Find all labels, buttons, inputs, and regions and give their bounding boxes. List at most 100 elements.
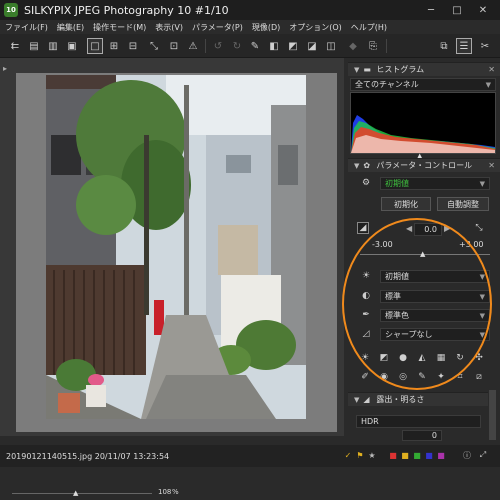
fit-zoom-icon[interactable]: ⤡ <box>146 38 162 54</box>
dust-tool-icon[interactable]: ✦ <box>435 371 447 383</box>
menu-parameter[interactable]: パラメータ(P) <box>192 22 243 33</box>
label-red-icon[interactable]: ■ <box>388 449 398 461</box>
info-icon[interactable]: ⓘ <box>462 449 472 461</box>
window-title: SILKYPIX JPEG Photography 10 #1/10 <box>24 3 229 17</box>
color-ball-tool-icon[interactable]: ● <box>397 352 409 364</box>
warning-icon[interactable]: ⚠ <box>185 38 201 54</box>
photo-image[interactable] <box>46 75 306 419</box>
label-green-icon[interactable]: ■ <box>412 449 422 461</box>
expand-range-icon[interactable]: ⤡ <box>473 222 485 234</box>
histogram-channel-select[interactable]: 全てのチャンネル ▼ <box>350 78 496 91</box>
param-control-title: パラメータ・コントロール <box>376 161 473 170</box>
maximize-button[interactable]: □ <box>444 0 470 20</box>
eye-tool-icon[interactable]: ◎ <box>397 371 409 383</box>
heal-tool-icon[interactable]: ✎ <box>416 371 428 383</box>
range-max-label: +3.00 <box>459 240 484 249</box>
exposure-value-field[interactable]: 0.0 <box>414 223 442 236</box>
wb-tool-icon[interactable]: ☀ <box>359 352 371 364</box>
menu-mode[interactable]: 操作モード(M) <box>93 22 146 33</box>
label-yellow-icon[interactable]: ■ <box>400 449 410 461</box>
rotate-tool-icon[interactable]: ↻ <box>454 352 466 364</box>
tone-icon[interactable]: ◧ <box>266 38 282 54</box>
rotate-right-icon[interactable]: ↻ <box>229 38 245 54</box>
preset-select[interactable]: 初期値 ▼ <box>380 177 490 190</box>
exposure-decrease-icon[interactable]: ◀ <box>406 224 412 233</box>
transform-tool-icon[interactable]: ⧄ <box>473 371 485 383</box>
fullscreen-small-icon[interactable]: ⤢ <box>478 449 488 461</box>
color-select[interactable]: 標準色 ▼ <box>380 309 490 322</box>
thumbnail-view-icon[interactable]: ▤ <box>26 38 42 54</box>
exposure-icon: ◢ <box>363 395 370 404</box>
color-icon[interactable]: ◩ <box>285 38 301 54</box>
open-folder-icon[interactable]: ⇇ <box>7 38 23 54</box>
rotate-left-icon[interactable]: ↺ <box>210 38 226 54</box>
zoom-unit: % <box>172 488 179 496</box>
menu-edit[interactable]: 編集(E) <box>57 22 84 33</box>
panel-scrollbar[interactable] <box>489 390 496 440</box>
sharpness-select[interactable]: シャープなし ▼ <box>380 328 490 341</box>
settings-gear-icon[interactable]: ⚙ <box>360 177 372 189</box>
flag-icon[interactable]: ⚑ <box>355 449 365 461</box>
lens-tool-icon[interactable]: ◉ <box>378 371 390 383</box>
file-info: 20190121140515.jpg 20/11/07 13:23:54 <box>6 451 170 461</box>
exposure-increase-icon[interactable]: ▶ <box>444 224 450 233</box>
color-dropper-icon: ✒ <box>362 310 370 320</box>
exposure-header[interactable]: ▼ ◢ 露出・明るさ <box>348 392 488 406</box>
tools-icon[interactable]: ✂ <box>477 38 493 54</box>
app-icon: 10 <box>4 3 18 17</box>
auto-adjust-button[interactable]: 自動調整 <box>437 197 489 211</box>
sharpen-tool-icon[interactable]: ◭ <box>416 352 428 364</box>
histogram-header[interactable]: ▼ ▬ ヒストグラム ✕ <box>348 62 500 76</box>
tone-select[interactable]: 標準 ▼ <box>380 290 490 303</box>
menu-file[interactable]: ファイル(F) <box>5 22 48 33</box>
eyedropper-icon[interactable]: ✎ <box>247 38 263 54</box>
fx-tool-icon[interactable]: ✣ <box>473 352 485 364</box>
toolbar: ⇇ ▤ ▥ ▣ □ ⊞ ⊟ ⤡ ⊡ ⚠ ↺ ↻ ✎ ◧ ◩ ◪ ◫ ◆ ⎘ ⧉ … <box>0 34 500 58</box>
compare-view-icon[interactable]: ⊟ <box>125 38 141 54</box>
menu-help[interactable]: ヘルプ(H) <box>351 22 387 33</box>
tone-contrast-icon: ◐ <box>362 291 370 301</box>
label-blue-icon[interactable]: ■ <box>424 449 434 461</box>
menu-options[interactable]: オプション(O) <box>289 22 342 33</box>
menu-bar: ファイル(F) 編集(E) 操作モード(M) 表示(V) パラメータ(P) 現像… <box>0 20 500 34</box>
combined-view-icon[interactable]: ▥ <box>45 38 61 54</box>
fullscreen-icon[interactable]: ⊞ <box>106 38 122 54</box>
menu-view[interactable]: 表示(V) <box>155 22 183 33</box>
collapse-left-icon[interactable]: ▸ <box>3 64 7 73</box>
exposure-curve-icon[interactable]: ◢ <box>357 222 369 234</box>
check-mark-icon[interactable]: ✓ <box>343 449 353 461</box>
histogram-graph <box>350 92 496 154</box>
white-balance-icon: ☀ <box>361 271 371 281</box>
crop-tool-icon[interactable]: ⌗ <box>454 371 466 383</box>
menu-develop[interactable]: 現像(D) <box>252 22 280 33</box>
brush-tool-icon[interactable]: ✐ <box>359 371 371 383</box>
zoom-value: 108 <box>158 488 172 496</box>
white-balance-select[interactable]: 初期値 ▼ <box>380 270 490 283</box>
layer-icon[interactable]: ◆ <box>345 38 361 54</box>
label-purple-icon[interactable]: ■ <box>436 449 446 461</box>
close-button[interactable]: ✕ <box>470 0 496 20</box>
sharpness-icon[interactable]: ◪ <box>304 38 320 54</box>
histogram-close-icon[interactable]: ✕ <box>488 65 495 74</box>
zoom-slider-knob[interactable]: ▲ <box>73 489 78 497</box>
reset-button[interactable]: 初期化 <box>381 197 431 211</box>
rating-icon[interactable]: ★ <box>367 449 377 461</box>
param-control-close-icon[interactable]: ✕ <box>488 161 495 170</box>
range-min-label: -3.00 <box>372 240 393 249</box>
grid-icon[interactable]: ⊡ <box>166 38 182 54</box>
zoom-slider-track[interactable] <box>12 493 152 494</box>
minimize-button[interactable]: ─ <box>418 0 444 20</box>
sliders-icon[interactable]: ☰ <box>456 38 472 54</box>
chevron-down-icon: ▼ <box>485 80 491 89</box>
hdr-value-field[interactable]: 0 <box>402 430 442 441</box>
noise-tool-icon[interactable]: ▦ <box>435 352 447 364</box>
param-control-header[interactable]: ▼ ✿ パラメータ・コントロール ✕ <box>348 158 500 172</box>
single-view-icon[interactable]: □ <box>87 38 103 54</box>
exposure-slider-knob[interactable]: ▲ <box>420 250 425 258</box>
copy-params-icon[interactable]: ⧉ <box>436 38 452 54</box>
noise-icon[interactable]: ◫ <box>323 38 339 54</box>
tone-curve-tool-icon[interactable]: ◩ <box>378 352 390 364</box>
develop-icon[interactable]: ⎘ <box>365 38 381 54</box>
hdr-mode-field[interactable]: HDR <box>356 415 481 428</box>
preview-view-icon[interactable]: ▣ <box>64 38 80 54</box>
